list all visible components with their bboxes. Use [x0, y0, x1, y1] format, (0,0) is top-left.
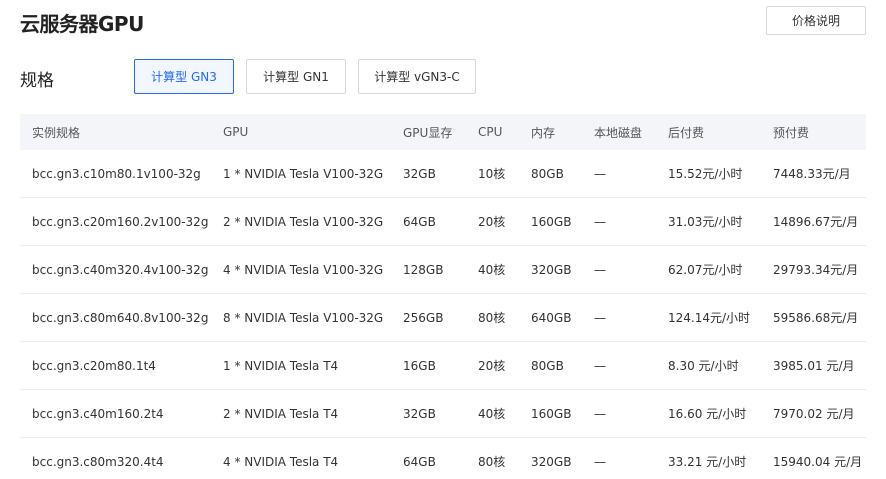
cell-instance-spec: bcc.gn3.c20m160.2v100-32g [32, 214, 209, 229]
table-row: bcc.gn3.c10m80.1v100-32g 1 * NVIDIA Tesl… [20, 150, 866, 198]
price-info-button[interactable]: 价格说明 [766, 6, 866, 35]
table-row: bcc.gn3.c20m160.2v100-32g 2 * NVIDIA Tes… [20, 198, 866, 246]
cell-memory: 320GB [531, 262, 572, 277]
cell-gpu: 4 * NVIDIA Tesla V100-32G [223, 262, 384, 277]
cell-prepaid: 3985.01 元/月 [773, 359, 855, 373]
cell-gpu-memory: 64GB [403, 454, 436, 469]
cell-local-disk: — [594, 310, 606, 325]
cell-instance-spec: bcc.gn3.c20m80.1t4 [32, 358, 156, 373]
cell-instance-spec: bcc.gn3.c80m320.4t4 [32, 454, 164, 469]
tab-gn3[interactable]: 计算型 GN3 [134, 59, 234, 94]
cell-cpu: 40核 [478, 263, 506, 277]
cell-gpu-memory: 128GB [403, 262, 444, 277]
header-cpu: CPU [478, 125, 503, 139]
cell-postpaid: 31.03元/小时 [668, 215, 743, 229]
cell-local-disk: — [594, 406, 606, 421]
table-row: bcc.gn3.c80m640.8v100-32g 8 * NVIDIA Tes… [20, 294, 866, 342]
header-postpaid: 后付费 [668, 125, 705, 140]
cell-gpu-memory: 256GB [403, 310, 444, 325]
table-row: bcc.gn3.c40m160.2t4 2 * NVIDIA Tesla T4 … [20, 390, 866, 438]
cell-gpu-memory: 16GB [403, 358, 436, 373]
cell-postpaid: 62.07元/小时 [668, 263, 743, 277]
cell-postpaid: 8.30 元/小时 [668, 359, 739, 373]
cell-memory: 320GB [531, 454, 572, 469]
cell-cpu: 40核 [478, 407, 506, 421]
cell-prepaid: 59586.68元/月 [773, 311, 859, 325]
cell-cpu: 10核 [478, 167, 506, 181]
spec-label: 规格 [20, 71, 54, 91]
cell-local-disk: — [594, 214, 606, 229]
header-gpu-memory: GPU显存 [403, 125, 453, 140]
cell-local-disk: — [594, 454, 606, 469]
table-header: 实例规格 GPU GPU显存 CPU 内存 本地磁盘 后付费 预付费 [20, 114, 866, 150]
cell-memory: 160GB [531, 214, 572, 229]
tab-vgn3-c[interactable]: 计算型 vGN3-C [358, 59, 476, 94]
cell-memory: 80GB [531, 166, 564, 181]
cell-cpu: 20核 [478, 359, 506, 373]
cell-local-disk: — [594, 358, 606, 373]
cell-postpaid: 33.21 元/小时 [668, 455, 747, 469]
cell-cpu: 80核 [478, 455, 506, 469]
cell-prepaid: 7970.02 元/月 [773, 407, 855, 421]
header-prepaid: 预付费 [773, 125, 810, 140]
instance-spec-table: 实例规格 GPU GPU显存 CPU 内存 本地磁盘 后付费 预付费 bcc.g… [20, 114, 866, 479]
cell-gpu: 2 * NVIDIA Tesla T4 [223, 406, 339, 421]
cell-memory: 160GB [531, 406, 572, 421]
table-row: bcc.gn3.c20m80.1t4 1 * NVIDIA Tesla T4 1… [20, 342, 866, 390]
cell-gpu: 1 * NVIDIA Tesla T4 [223, 358, 339, 373]
header-local-disk: 本地磁盘 [594, 125, 643, 140]
cell-local-disk: — [594, 166, 606, 181]
cell-instance-spec: bcc.gn3.c40m320.4v100-32g [32, 262, 209, 277]
cell-cpu: 80核 [478, 311, 506, 325]
cell-local-disk: — [594, 262, 606, 277]
cell-gpu: 8 * NVIDIA Tesla V100-32G [223, 310, 384, 325]
page-title: 云服务器GPU [20, 12, 144, 36]
header-instance-spec: 实例规格 [32, 125, 81, 140]
cell-gpu: 4 * NVIDIA Tesla T4 [223, 454, 339, 469]
table-row: bcc.gn3.c40m320.4v100-32g 4 * NVIDIA Tes… [20, 246, 866, 294]
header-gpu: GPU [223, 125, 249, 139]
table-row: bcc.gn3.c80m320.4t4 4 * NVIDIA Tesla T4 … [20, 438, 866, 479]
cell-postpaid: 15.52元/小时 [668, 167, 743, 181]
tab-gn1[interactable]: 计算型 GN1 [246, 59, 346, 94]
cell-gpu-memory: 64GB [403, 214, 436, 229]
cell-postpaid: 16.60 元/小时 [668, 407, 747, 421]
cell-gpu-memory: 32GB [403, 406, 436, 421]
cell-postpaid: 124.14元/小时 [668, 311, 751, 325]
cell-gpu: 1 * NVIDIA Tesla V100-32G [223, 166, 384, 181]
header-memory: 内存 [531, 125, 556, 140]
cell-gpu: 2 * NVIDIA Tesla V100-32G [223, 214, 384, 229]
cell-memory: 80GB [531, 358, 564, 373]
cell-prepaid: 14896.67元/月 [773, 215, 859, 229]
cell-cpu: 20核 [478, 215, 506, 229]
cell-instance-spec: bcc.gn3.c10m80.1v100-32g [32, 166, 201, 181]
cell-prepaid: 15940.04 元/月 [773, 455, 863, 469]
cell-prepaid: 7448.33元/月 [773, 167, 851, 181]
cell-prepaid: 29793.34元/月 [773, 263, 859, 277]
cell-memory: 640GB [531, 310, 572, 325]
cell-gpu-memory: 32GB [403, 166, 436, 181]
cell-instance-spec: bcc.gn3.c80m640.8v100-32g [32, 310, 209, 325]
cell-instance-spec: bcc.gn3.c40m160.2t4 [32, 406, 164, 421]
